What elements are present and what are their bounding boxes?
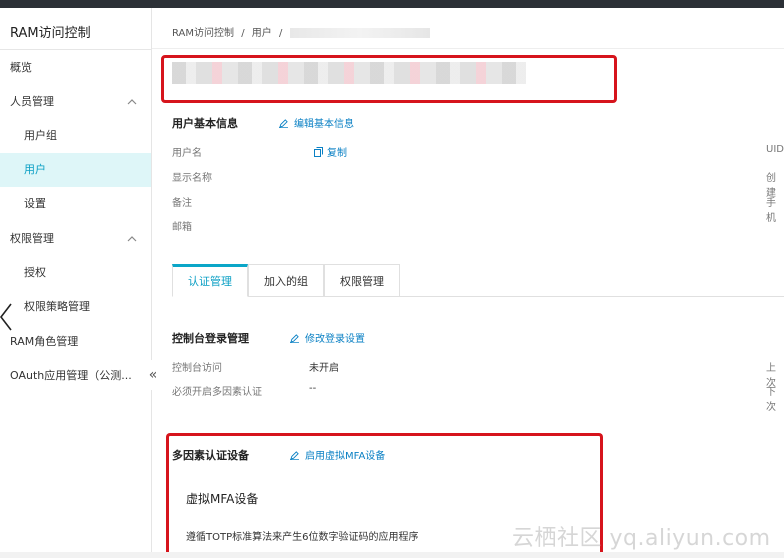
sidebar-item-label: RAM角色管理 <box>10 335 79 348</box>
field-label-display-name: 显示名称 <box>172 173 212 184</box>
breadcrumb-separator: / <box>241 28 245 39</box>
console-access-value: 未开启 <box>309 363 339 374</box>
sidebar-item-ram-roles[interactable]: RAM角色管理 <box>0 325 151 359</box>
pencil-icon <box>279 119 288 128</box>
uid-label-cut: UID <box>766 144 784 155</box>
breadcrumb: RAM访问控制 / 用户 / <box>172 24 434 39</box>
sidebar-item-label: 用户组 <box>24 129 57 142</box>
copy-username-button[interactable]: 复制 <box>314 144 347 159</box>
sidebar-item-grants[interactable]: 授权 <box>0 256 151 290</box>
main-content: RAM访问控制 / 用户 / 用户基本信息 编辑基本信息 用户名 复制 UID … <box>152 8 784 558</box>
chevron-up-icon <box>127 236 137 242</box>
top-bar <box>0 0 784 8</box>
back-arrow-icon[interactable] <box>0 302 12 332</box>
breadcrumb-root-link[interactable]: RAM访问控制 <box>172 28 234 39</box>
sidebar-item-settings[interactable]: 设置 <box>0 187 151 221</box>
sidebar-item-label: OAuth应用管理（公测... <box>10 369 132 382</box>
edit-login-settings-label: 修改登录设置 <box>305 334 365 345</box>
header-divider <box>152 48 784 49</box>
sidebar-item-label: 用户 <box>24 163 46 176</box>
edit-basic-info-link[interactable]: 编辑基本信息 <box>279 115 354 130</box>
console-login-title: 控制台登录管理 <box>172 332 249 345</box>
basic-info-title: 用户基本信息 <box>172 117 238 130</box>
sidebar-item-oauth-apps[interactable]: OAuth应用管理（公测... <box>0 359 151 393</box>
bottom-bar <box>0 552 784 558</box>
breadcrumb-users-link[interactable]: 用户 <box>252 28 272 39</box>
sidebar-item-label: 权限策略管理 <box>24 300 90 313</box>
phone-label-cut: 手机 <box>766 198 776 224</box>
edit-basic-info-label: 编辑基本信息 <box>294 119 354 130</box>
tab-permissions[interactable]: 权限管理 <box>324 264 400 297</box>
field-label-note: 备注 <box>172 198 192 209</box>
field-label-email: 邮箱 <box>172 222 192 233</box>
copy-label: 复制 <box>327 148 347 159</box>
sidebar-divider <box>0 49 151 50</box>
sidebar-item-label: 权限管理 <box>10 232 54 245</box>
sidebar-item-overview[interactable]: 概览 <box>0 51 151 85</box>
field-label-username: 用户名 <box>172 148 202 159</box>
sidebar-item-policy-management[interactable]: 权限策略管理 <box>0 290 151 324</box>
sidebar-item-label: 人员管理 <box>10 95 54 108</box>
pencil-icon <box>290 451 299 460</box>
edit-login-settings-link[interactable]: 修改登录设置 <box>290 330 365 345</box>
sidebar-item-user-groups[interactable]: 用户组 <box>0 119 151 153</box>
virtual-mfa-card-title: 虚拟MFA设备 <box>186 492 259 506</box>
virtual-mfa-description: 遵循TOTP标准算法来产生6位数字验证码的应用程序 <box>186 532 419 543</box>
breadcrumb-separator: / <box>278 28 283 39</box>
field-label-require-mfa: 必须开启多因素认证 <box>172 387 262 398</box>
sidebar-title: RAM访问控制 <box>10 26 91 41</box>
breadcrumb-redacted-username <box>289 28 430 38</box>
field-label-console-access: 控制台访问 <box>172 363 222 374</box>
tab-baseline <box>400 296 784 297</box>
sidebar-item-label: 概览 <box>10 61 32 74</box>
sidebar-item-label: 设置 <box>24 197 46 210</box>
watermark: 云栖社区 yq.aliyun.com <box>512 526 771 551</box>
enable-virtual-mfa-label: 启用虚拟MFA设备 <box>305 451 386 462</box>
pencil-icon <box>290 334 299 343</box>
mfa-device-title: 多因素认证设备 <box>172 449 249 462</box>
copy-icon <box>314 147 323 157</box>
sidebar-item-people-management[interactable]: 人员管理 <box>0 85 151 119</box>
enable-virtual-mfa-link[interactable]: 启用虚拟MFA设备 <box>290 447 385 462</box>
require-mfa-value: -- <box>309 383 317 394</box>
sidebar: RAM访问控制 概览 人员管理 用户组 用户 设置 权限管理 授权 权限策略管理… <box>0 8 152 558</box>
tab-groups[interactable]: 加入的组 <box>248 264 324 297</box>
sidebar-item-users[interactable]: 用户 <box>0 153 151 187</box>
chevron-up-icon <box>127 99 137 105</box>
highlight-box-title <box>161 55 617 103</box>
sidebar-item-label: 授权 <box>24 266 46 279</box>
sidebar-item-permission-management[interactable]: 权限管理 <box>0 222 151 256</box>
next-login-label-cut: 下次 <box>766 387 776 413</box>
tab-authentication[interactable]: 认证管理 <box>172 264 248 297</box>
